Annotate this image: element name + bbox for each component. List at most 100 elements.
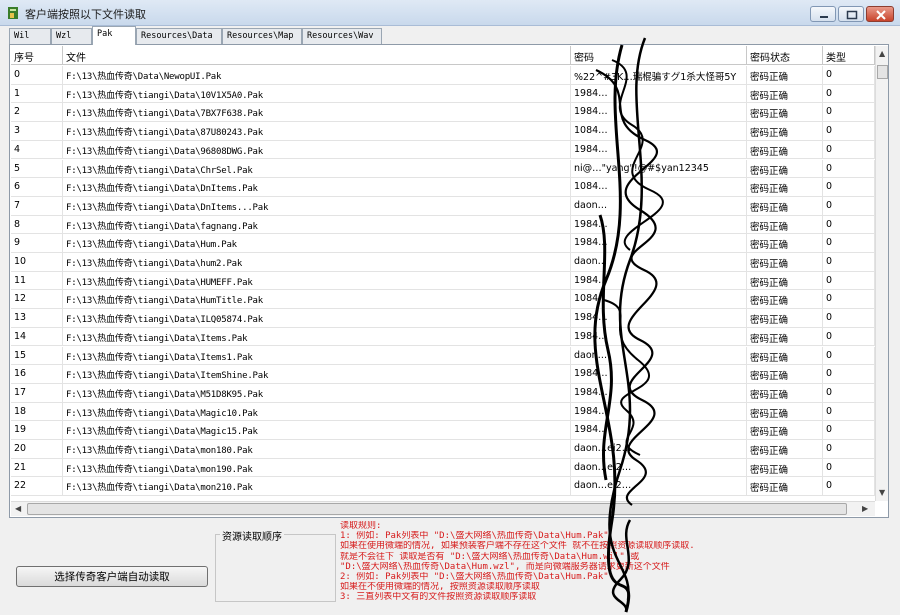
table-row[interactable]: 7 F:\13\热血传奇\tiangi\Data\DnItems...Pak dao… — [11, 196, 875, 216]
rules-line: 2: 例如: Pak列表中 "D:\盛大网络\热血传奇\Data\Hum.Pak… — [340, 572, 609, 583]
row-file-cell: F:\13\热血传奇\tiangi\Data\Items1.Pak — [63, 346, 571, 366]
row-type-cell: 0 — [823, 84, 875, 104]
rules-line: 3: 三直列表中文有的文件按照资源读取顺序读取 — [340, 592, 537, 603]
app-icon — [8, 7, 18, 19]
tab-resources-data[interactable]: Resources\Data — [136, 28, 222, 44]
table-row[interactable]: 2 F:\13\热血传奇\tiangi\Data\7BX7F638.Pak 1984… — [11, 103, 875, 123]
row-status-cell: 密码正确 — [747, 271, 823, 291]
table-row[interactable]: 13 F:\13\热血传奇\tiangi\Data\ILQ05874.Pak 198… — [11, 309, 875, 328]
row-status-cell: 密码正确 — [747, 196, 823, 216]
row-type-cell: 0 — [823, 234, 875, 253]
row-status-cell: 密码正确 — [747, 421, 823, 440]
row-status-cell: 密码正确 — [747, 84, 823, 104]
column-header-type[interactable]: 类型 — [823, 46, 875, 65]
row-type-cell: 0 — [823, 66, 875, 85]
scroll-down-icon[interactable]: ▼ — [879, 488, 885, 498]
row-status-cell: 密码正确 — [747, 103, 823, 123]
tab-wzl[interactable]: Wzl — [51, 28, 92, 44]
row-type-cell: 0 — [823, 440, 875, 459]
table-row[interactable]: 4 F:\13\热血传奇\tiangi\Data\96808DWG.Pak 1984… — [11, 140, 875, 160]
title-bar: 客户端按照以下文件读取 — [0, 0, 900, 26]
table-row[interactable]: 5 F:\13\热血传奇\tiangi\Data\ChrSel.Pak ni@…"y… — [11, 159, 875, 179]
pak-list-panel: 序号 文件 密码 密码状态 类型 0 F:\13\热血传奇\Data\NewopU… — [9, 44, 889, 518]
row-status-cell: 密码正确 — [747, 253, 823, 272]
table-row[interactable]: 21 F:\13\热血传奇\tiangi\Data\mon190.Pak daon…… — [11, 458, 875, 478]
vertical-scroll-thumb[interactable] — [877, 65, 888, 79]
table-row[interactable]: 8 F:\13\热血传奇\tiangi\Data\fagnang.Pak 1984…… — [11, 215, 875, 235]
table-row[interactable]: 0 F:\13\热血传奇\Data\NewopUI.Pak %22^#3K…瑞棍骗す… — [11, 66, 875, 85]
row-index-cell: 21 — [11, 458, 63, 478]
horizontal-scrollbar[interactable]: ◀ ▶ — [11, 501, 875, 516]
row-type-cell: 0 — [823, 159, 875, 179]
horizontal-scroll-thumb[interactable] — [27, 503, 847, 515]
row-password-cell: 1984… — [571, 421, 747, 440]
row-file-cell: F:\13\热血传奇\tiangi\Data\fagnang.Pak — [63, 215, 571, 235]
table-row[interactable]: 16 F:\13\热血传奇\tiangi\Data\ItemShine.Pak 19… — [11, 365, 875, 384]
tab-strip: Wil Wzl Pak Resources\Data Resources\Map… — [9, 26, 889, 45]
table-row[interactable]: 17 F:\13\热血传奇\tiangi\Data\M51D8K95.Pak 198… — [11, 383, 875, 403]
table-row[interactable]: 12 F:\13\热血传奇\tiangi\Data\HumTitle.Pak 108… — [11, 290, 875, 310]
row-type-cell: 0 — [823, 421, 875, 440]
row-index-cell: 17 — [11, 383, 63, 403]
table-row[interactable]: 11 F:\13\热血传奇\tiangi\Data\HUMEFF.Pak 1984…… — [11, 271, 875, 291]
row-password-cell: 1084… — [571, 178, 747, 197]
row-type-cell: 0 — [823, 140, 875, 160]
row-index-cell: 7 — [11, 196, 63, 216]
table-row[interactable]: 9 F:\13\热血传奇\tiangi\Data\Hum.Pak 1984… 密码正确… — [11, 234, 875, 253]
table-row[interactable]: 3 F:\13\热血传奇\tiangi\Data\87U80243.Pak 1084… — [11, 122, 875, 141]
close-button[interactable] — [866, 6, 894, 22]
table-row[interactable]: 18 F:\13\热血传奇\tiangi\Data\Magic10.Pak 1984… — [11, 402, 875, 422]
row-type-cell: 0 — [823, 477, 875, 497]
auto-read-client-button[interactable]: 选择传奇客户端自动读取 — [16, 566, 208, 587]
row-file-cell: F:\13\热血传奇\tiangi\Data\DnItems...Pak — [63, 196, 571, 216]
tab-resources-wav[interactable]: Resources\Wav — [302, 28, 382, 44]
row-password-cell: 1984… — [571, 140, 747, 160]
table-row[interactable]: 15 F:\13\热血传奇\tiangi\Data\Items1.Pak daon…… — [11, 346, 875, 366]
scroll-left-icon[interactable]: ◀ — [15, 504, 21, 514]
row-file-cell: F:\13\热血传奇\tiangi\Data\Magic15.Pak — [63, 421, 571, 440]
row-status-cell: 密码正确 — [747, 477, 823, 497]
table-row[interactable]: 10 F:\13\热血传奇\tiangi\Data\hum2.Pak daon… 密码… — [11, 253, 875, 272]
row-status-cell: 密码正确 — [747, 365, 823, 384]
row-file-cell: F:\13\热血传奇\tiangi\Data\DnItems.Pak — [63, 178, 571, 197]
column-header-file[interactable]: 文件 — [63, 46, 571, 65]
row-password-cell: 1084… — [571, 290, 747, 310]
table-row[interactable]: 20 F:\13\热血传奇\tiangi\Data\mon180.Pak daon…… — [11, 440, 875, 459]
table-header: 序号 文件 密码 密码状态 类型 — [11, 46, 875, 65]
row-index-cell: 14 — [11, 327, 63, 347]
row-index-cell: 4 — [11, 140, 63, 160]
scroll-up-icon[interactable]: ▲ — [879, 49, 885, 59]
vertical-scrollbar[interactable]: ▲ ▼ — [875, 46, 888, 501]
row-status-cell: 密码正确 — [747, 215, 823, 235]
row-index-cell: 5 — [11, 159, 63, 179]
tab-resources-map[interactable]: Resources\Map — [222, 28, 302, 44]
row-file-cell: F:\13\热血传奇\tiangi\Data\10V1X5A0.Pak — [63, 84, 571, 104]
row-index-cell: 8 — [11, 215, 63, 235]
tab-pak[interactable]: Pak — [92, 26, 136, 45]
row-type-cell: 0 — [823, 309, 875, 328]
column-header-password[interactable]: 密码 — [571, 46, 747, 65]
rules-line: 如果在不使用微端的情况, 按照资源读取顺序读取 — [340, 582, 540, 593]
scroll-right-icon[interactable]: ▶ — [862, 504, 868, 514]
pak-list-grid[interactable]: 序号 文件 密码 密码状态 类型 0 F:\13\热血传奇\Data\NewopU… — [11, 46, 875, 500]
row-index-cell: 22 — [11, 477, 63, 497]
column-header-index[interactable]: 序号 — [11, 46, 63, 65]
row-index-cell: 12 — [11, 290, 63, 310]
row-file-cell: F:\13\热血传奇\tiangi\Data\ItemShine.Pak — [63, 365, 571, 384]
row-file-cell: F:\13\热血传奇\tiangi\Data\HumTitle.Pak — [63, 290, 571, 310]
maximize-button[interactable] — [838, 6, 864, 22]
row-status-cell: 密码正确 — [747, 178, 823, 197]
tab-wil[interactable]: Wil — [9, 28, 51, 44]
row-index-cell: 10 — [11, 253, 63, 272]
table-row[interactable]: 14 F:\13\热血传奇\tiangi\Data\Items.Pak 1984… 密… — [11, 327, 875, 347]
table-row[interactable]: 22 F:\13\热血传奇\tiangi\Data\mon210.Pak daon…… — [11, 477, 875, 497]
row-status-cell: 密码正确 — [747, 290, 823, 310]
table-row[interactable]: 19 F:\13\热血传奇\tiangi\Data\Magic15.Pak 1984… — [11, 421, 875, 440]
minimize-button[interactable] — [810, 6, 836, 22]
row-file-cell: F:\13\热血传奇\tiangi\Data\ILQ05874.Pak — [63, 309, 571, 328]
table-row[interactable]: 6 F:\13\热血传奇\tiangi\Data\DnItems.Pak 1084…… — [11, 178, 875, 197]
table-row[interactable]: 1 F:\13\热血传奇\tiangi\Data\10V1X5A0.Pak 1984… — [11, 84, 875, 104]
row-status-cell: 密码正确 — [747, 234, 823, 253]
row-password-cell: 1984… — [571, 383, 747, 403]
column-header-password-status[interactable]: 密码状态 — [747, 46, 823, 65]
